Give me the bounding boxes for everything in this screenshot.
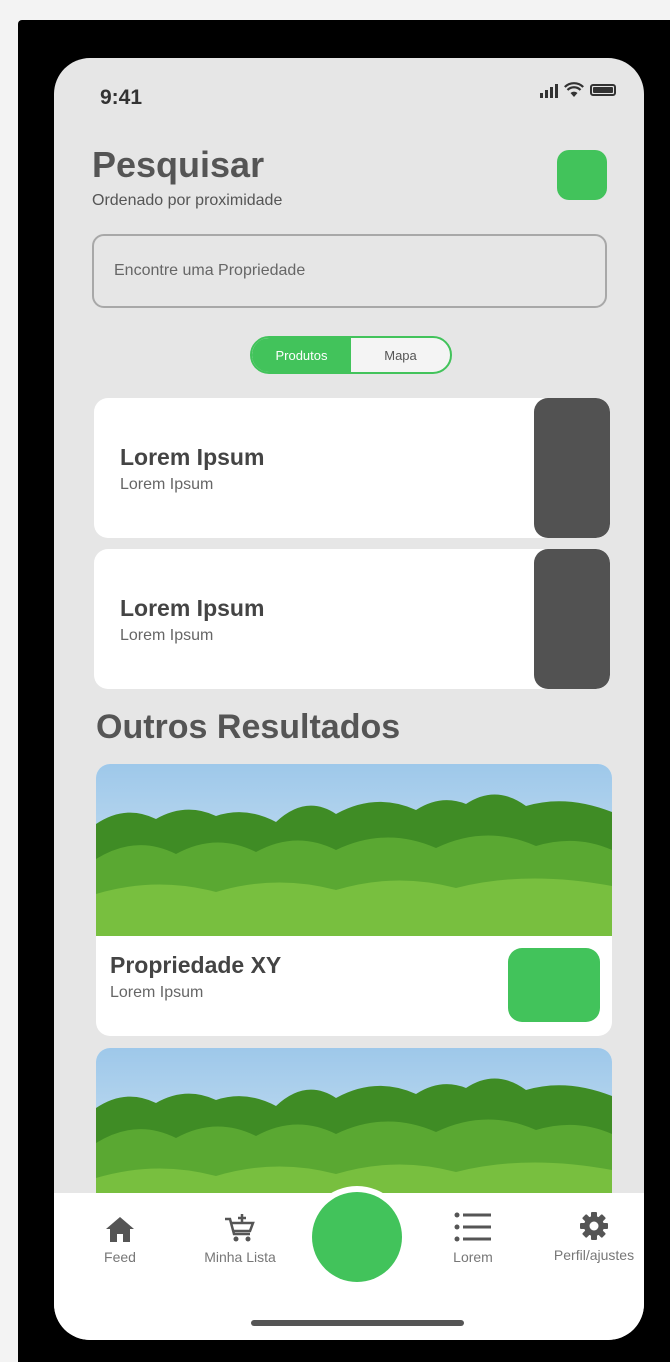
tab-lorem[interactable]: Lorem: [440, 1211, 506, 1265]
signal-icon: [540, 82, 558, 98]
search-input[interactable]: Encontre uma Propriedade: [92, 234, 607, 308]
list-item[interactable]: Lorem Ipsum Lorem Ipsum: [94, 549, 610, 689]
card-title: Lorem Ipsum: [120, 595, 265, 621]
center-action-button[interactable]: [312, 1192, 402, 1282]
list-icon: [454, 1212, 491, 1242]
tab-label: Feed: [104, 1249, 136, 1265]
phone-screen: 9:41 Pesquisar Ordenado por proximidade …: [54, 58, 644, 1340]
tab-feed[interactable]: Feed: [90, 1215, 150, 1265]
wifi-icon: [564, 82, 584, 97]
home-icon: [106, 1217, 134, 1242]
status-icons: [540, 82, 616, 98]
view-toggle: Produtos Mapa: [250, 336, 452, 374]
section-title: Outros Resultados: [96, 708, 401, 746]
cart-add-icon: [225, 1214, 255, 1242]
result-title: Propriedade XY: [110, 952, 282, 978]
card-image: [534, 398, 610, 538]
tab-mapa[interactable]: Mapa: [351, 338, 450, 372]
action-button[interactable]: [557, 150, 607, 200]
page-subtitle: Ordenado por proximidade: [92, 192, 283, 209]
search-placeholder: Encontre uma Propriedade: [114, 262, 306, 279]
battery-icon: [590, 84, 616, 96]
result-card[interactable]: Propriedade XY Lorem Ipsum: [96, 764, 612, 1036]
tab-label: Minha Lista: [204, 1249, 276, 1265]
forest-image: [96, 764, 612, 936]
page-title: Pesquisar: [92, 144, 265, 185]
result-action-button[interactable]: [508, 948, 600, 1022]
card-image: [534, 549, 610, 689]
status-time: 9:41: [100, 86, 143, 109]
tab-minha-lista[interactable]: Minha Lista: [188, 1213, 292, 1265]
card-subtitle: Lorem Ipsum: [120, 476, 214, 493]
list-item[interactable]: Lorem Ipsum Lorem Ipsum: [94, 398, 610, 538]
tab-produtos[interactable]: Produtos: [252, 338, 351, 372]
gear-icon: [580, 1212, 608, 1240]
card-title: Lorem Ipsum: [120, 444, 265, 470]
home-indicator[interactable]: [251, 1320, 464, 1326]
tab-label: Perfil/ajustes: [553, 1247, 635, 1263]
card-subtitle: Lorem Ipsum: [120, 627, 214, 644]
result-subtitle: Lorem Ipsum: [110, 984, 204, 1001]
tab-perfil-ajustes[interactable]: Perfil/ajustes: [544, 1211, 644, 1263]
tab-label: Lorem: [453, 1249, 493, 1265]
